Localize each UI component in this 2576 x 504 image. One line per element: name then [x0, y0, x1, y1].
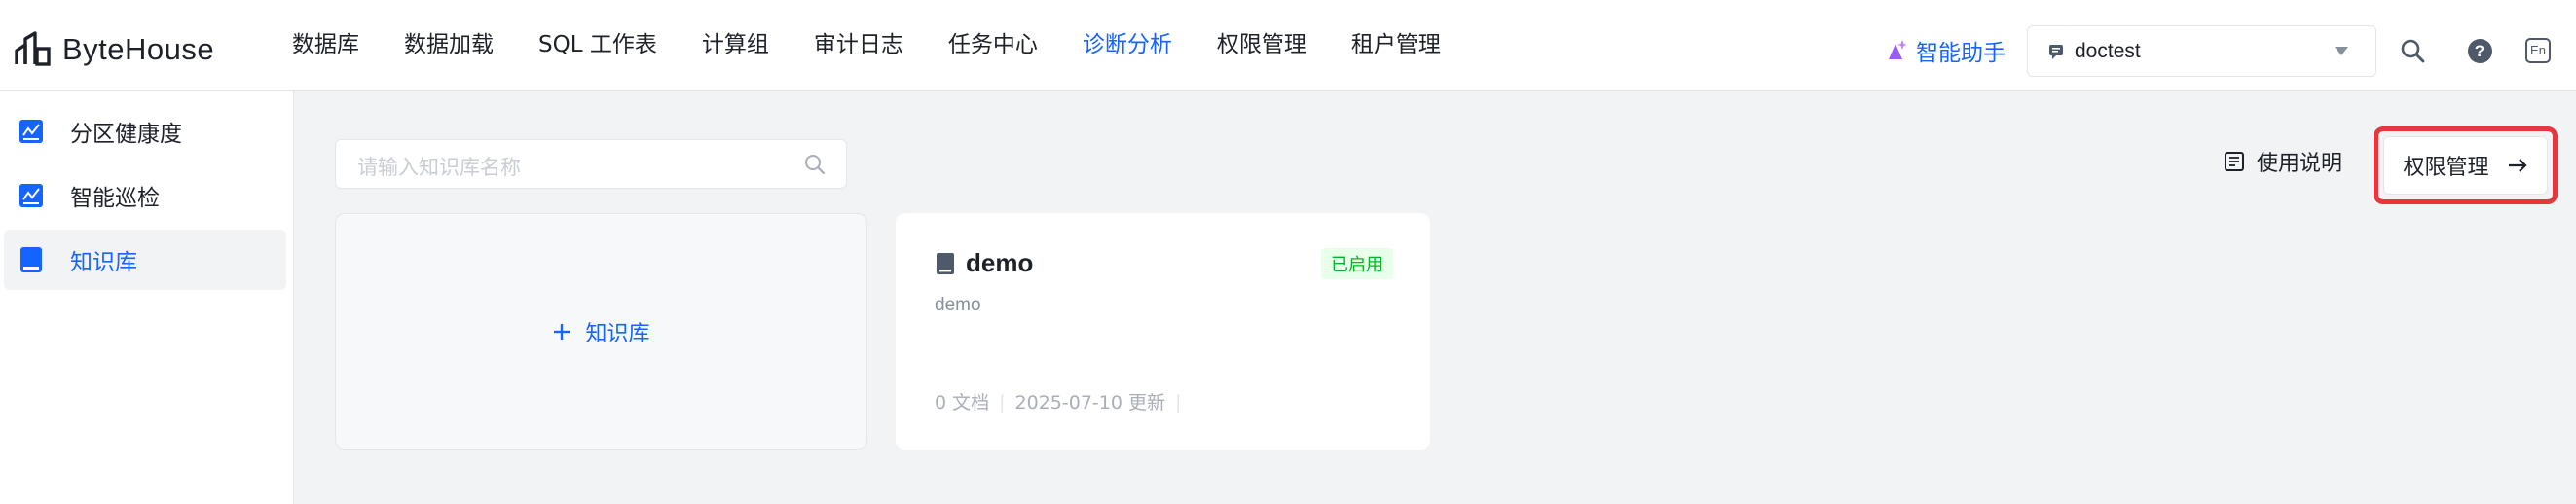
sidebar: 分区健康度 智能巡检 知识库 [0, 91, 294, 504]
new-knowledge-base-card[interactable]: 知识库 [335, 213, 867, 450]
logo-icon [15, 31, 51, 66]
status-badge: 已启用 [1321, 248, 1393, 279]
nav-item-audit-log[interactable]: 审计日志 [814, 29, 903, 60]
help-icon[interactable]: ? [2464, 35, 2495, 66]
nav-item-diagnostics[interactable]: 诊断分析 [1083, 29, 1172, 60]
nav-item-compute-group[interactable]: 计算组 [702, 29, 769, 60]
plus-icon [554, 323, 570, 340]
top-navigation-bar: ByteHouse 数据库 数据加载 SQL 工作表 计算组 审计日志 任务中心… [0, 0, 2576, 91]
main-nav: 数据库 数据加载 SQL 工作表 计算组 审计日志 任务中心 诊断分析 权限管理… [292, 29, 1486, 60]
kb-title: demo [935, 248, 1033, 278]
document-icon [2225, 152, 2244, 171]
nav-item-database[interactable]: 数据库 [292, 29, 359, 60]
kb-title-text: demo [966, 248, 1034, 277]
sparkle-icon [1889, 40, 1907, 59]
sidebar-item-knowledge-base[interactable]: 知识库 [4, 230, 286, 290]
workspace-icon [2049, 44, 2063, 59]
chart-icon [18, 182, 45, 209]
workspace-value: doctest [2075, 39, 2141, 62]
nav-item-data-loading[interactable]: 数据加载 [404, 29, 494, 60]
nav-item-permissions[interactable]: 权限管理 [1217, 29, 1306, 60]
sidebar-item-smart-inspection[interactable]: 智能巡检 [4, 165, 286, 226]
bytehouse-logo[interactable]: ByteHouse [14, 31, 214, 68]
knowledge-base-card[interactable]: demo 已启用 demo 0 文档 | 2025-07-10 更新 | [896, 213, 1430, 450]
nav-item-task-center[interactable]: 任务中心 [948, 29, 1038, 60]
language-switch[interactable]: En [2522, 35, 2554, 66]
meta-divider: | [1175, 390, 1182, 413]
assistant-label: 智能助手 [1916, 41, 2006, 66]
search-input[interactable]: 请输入知识库名称 [335, 139, 847, 189]
new-knowledge-base-label: 知识库 [585, 321, 650, 346]
sidebar-item-label: 知识库 [70, 250, 137, 275]
chevron-down-icon [2335, 47, 2348, 55]
search-icon[interactable] [2397, 35, 2428, 66]
kb-meta: 0 文档 | 2025-07-10 更新 | [935, 388, 1191, 414]
chart-icon [18, 118, 45, 145]
nav-item-sql-worksheet[interactable]: SQL 工作表 [538, 29, 657, 60]
sidebar-item-label: 分区健康度 [70, 122, 182, 147]
assistant-button[interactable]: 智能助手 [1883, 34, 2006, 67]
kb-updated: 2025-07-10 更新 [1014, 392, 1166, 414]
kb-description: demo [935, 295, 981, 315]
usage-guide-link[interactable]: 使用说明 [2224, 146, 2342, 177]
kb-doc-count: 0 文档 [935, 392, 990, 414]
nav-item-tenant[interactable]: 租户管理 [1351, 29, 1441, 60]
permission-management-label: 权限管理 [2403, 156, 2489, 180]
sidebar-item-partition-health[interactable]: 分区健康度 [4, 101, 286, 162]
book-icon [937, 252, 954, 274]
logo-text: ByteHouse [62, 32, 215, 66]
search-placeholder: 请输入知识库名称 [357, 156, 521, 179]
meta-divider: | [999, 390, 1006, 413]
sidebar-item-label: 智能巡检 [70, 186, 160, 211]
permission-management-button[interactable]: 权限管理 [2383, 136, 2548, 195]
usage-guide-label: 使用说明 [2257, 152, 2343, 176]
book-icon [18, 246, 45, 273]
search-icon [803, 153, 827, 180]
workspace-select[interactable]: doctest [2027, 25, 2376, 77]
arrow-right-icon [2508, 159, 2527, 172]
